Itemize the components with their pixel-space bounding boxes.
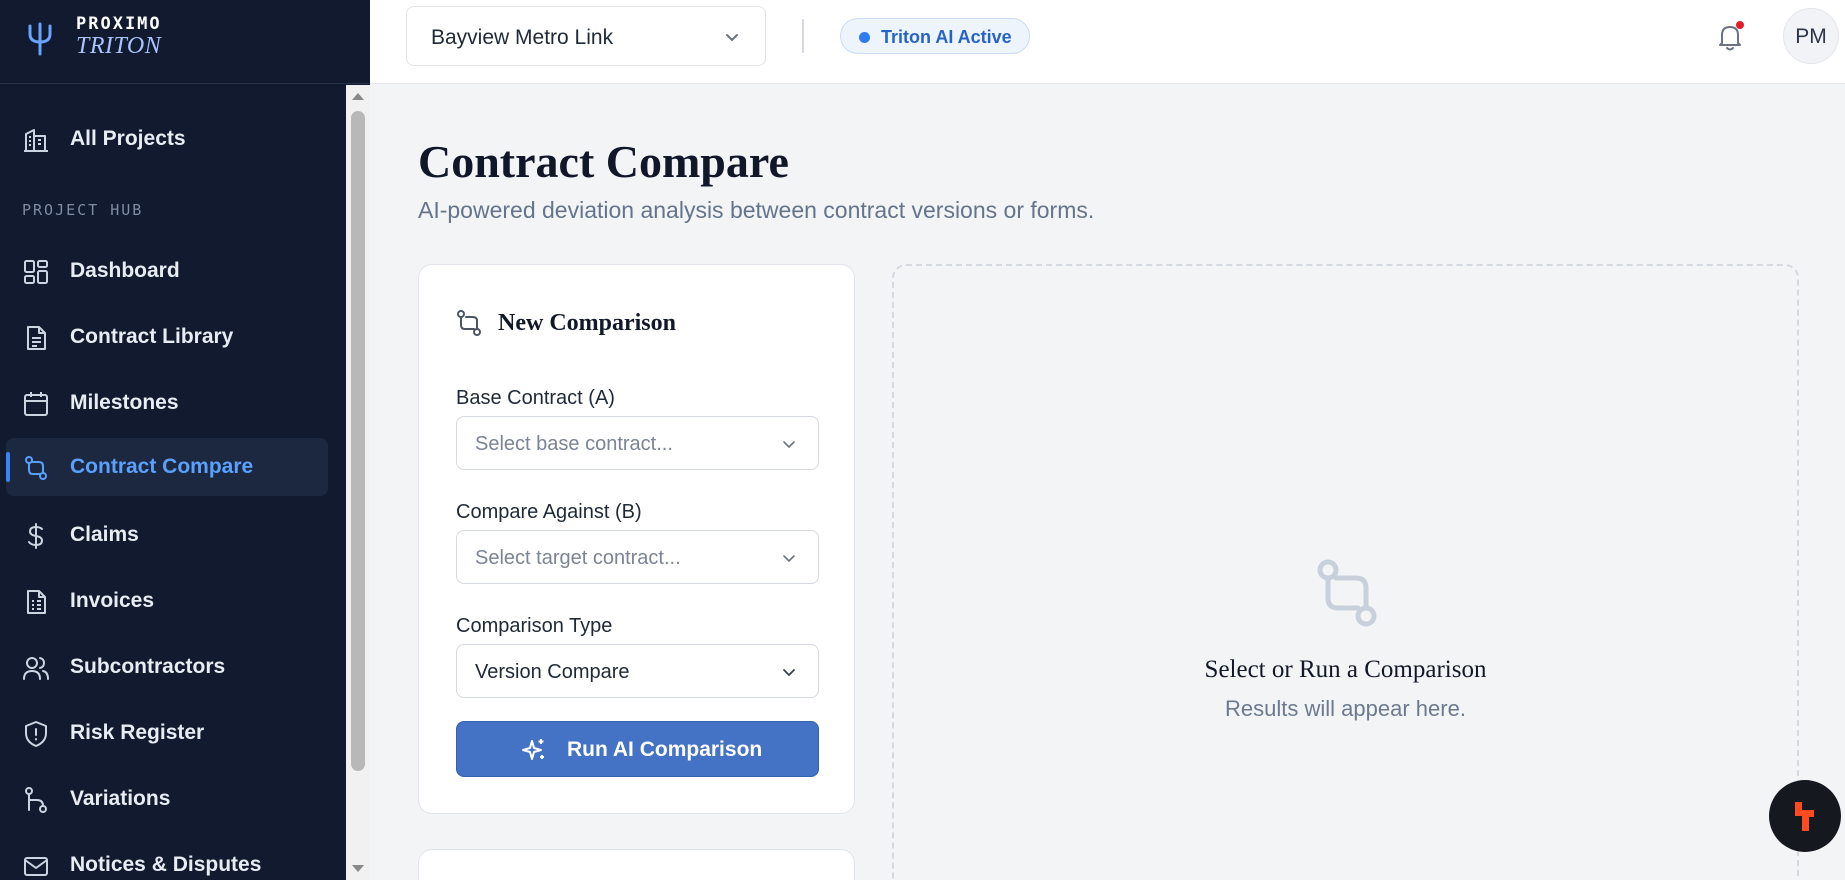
chevron-down-icon xyxy=(783,669,795,677)
sidebar-item-subcontractors[interactable]: Subcontractors xyxy=(6,638,328,696)
document-icon xyxy=(27,326,46,350)
chevron-down-icon xyxy=(783,555,795,563)
compare-against-label: Compare Against (B) xyxy=(456,501,642,523)
header-divider xyxy=(802,19,804,53)
base-contract-select[interactable]: Select base contract... xyxy=(456,416,819,470)
comparison-type-label: Comparison Type xyxy=(456,615,613,637)
brand-name: PROXIMO xyxy=(76,14,162,34)
sidebar-item-label: Dashboard xyxy=(70,259,180,282)
building-icon xyxy=(24,129,48,152)
compare-against-select[interactable]: Select target contract... xyxy=(456,530,819,584)
sidebar-item-label: Variations xyxy=(70,787,171,810)
base-contract-placeholder: Select base contract... xyxy=(475,433,673,455)
sidebar-item-variations[interactable]: Variations xyxy=(6,770,328,828)
page-subtitle: AI-powered deviation analysis between co… xyxy=(418,197,1095,223)
assistant-launcher-button[interactable] xyxy=(1769,780,1841,852)
trident-icon xyxy=(28,22,52,56)
sidebar-item-label: Contract Compare xyxy=(70,455,254,478)
sidebar-item-claims[interactable]: Claims xyxy=(6,506,328,564)
brand-product: TRITON xyxy=(76,33,162,59)
dashboard-icon xyxy=(24,260,48,284)
base-contract-label: Base Contract (A) xyxy=(456,387,615,409)
top-bar: Bayview Metro Link Triton AI Active PM xyxy=(370,0,1845,84)
page-title: Contract Compare xyxy=(418,136,789,187)
avatar[interactable]: PM xyxy=(1783,8,1839,64)
empty-state-subtitle: Results will appear here. xyxy=(1225,696,1466,721)
notification-badge xyxy=(1736,21,1744,29)
sidebar-item-label: Subcontractors xyxy=(70,655,226,678)
variations-icon xyxy=(25,787,47,813)
compare-icon xyxy=(457,310,481,336)
status-dot xyxy=(859,32,870,43)
compare-icon xyxy=(1317,559,1377,627)
card-title: New Comparison xyxy=(498,310,676,336)
calendar-icon xyxy=(24,392,48,416)
run-button-label: Run AI Comparison xyxy=(567,738,763,761)
users-icon xyxy=(23,657,49,680)
sidebar-item-label: All Projects xyxy=(70,127,186,150)
sidebar-item-risk-register[interactable]: Risk Register xyxy=(6,704,328,762)
results-panel: Select or Run a Comparison Results will … xyxy=(892,264,1799,880)
sidebar-item-label: Contract Library xyxy=(70,325,234,348)
run-ai-comparison-button[interactable]: Run AI Comparison xyxy=(456,721,819,777)
sidebar-scrollbar[interactable] xyxy=(346,85,370,880)
assistant-logo-icon xyxy=(1795,802,1814,831)
sidebar-item-contract-compare[interactable]: Contract Compare xyxy=(6,438,328,496)
scroll-down-icon[interactable] xyxy=(352,865,364,872)
ai-status-text: Triton AI Active xyxy=(881,27,1012,47)
shield-icon xyxy=(25,721,47,747)
ai-status-badge: Triton AI Active xyxy=(840,18,1030,54)
project-selector[interactable]: Bayview Metro Link xyxy=(406,6,766,66)
sidebar-item-label: Notices & Disputes xyxy=(70,853,262,876)
dollar-icon xyxy=(28,523,44,549)
mail-icon xyxy=(24,857,48,876)
sidebar-nav: All Projects PROJECT HUB Dashboard Contr… xyxy=(0,85,346,880)
sidebar-item-invoices[interactable]: Invoices xyxy=(6,572,328,630)
sidebar: PROXIMO TRITON All Projects PROJECT HUB … xyxy=(0,0,370,880)
sidebar-item-dashboard[interactable]: Dashboard xyxy=(6,242,328,300)
project-selector-value: Bayview Metro Link xyxy=(431,26,614,49)
comparison-type-value: Version Compare xyxy=(475,661,630,683)
empty-state-title: Select or Run a Comparison xyxy=(1204,656,1487,683)
sidebar-item-label: Claims xyxy=(70,523,139,546)
compare-icon xyxy=(25,456,47,480)
chevron-down-icon xyxy=(783,441,795,449)
sparkles-icon xyxy=(522,739,544,760)
section-label: PROJECT HUB xyxy=(22,201,144,219)
sidebar-item-label: Milestones xyxy=(70,391,179,414)
scroll-up-icon[interactable] xyxy=(352,93,364,100)
sidebar-item-all-projects[interactable]: All Projects xyxy=(6,110,328,168)
sidebar-item-notices-disputes[interactable]: Notices & Disputes xyxy=(6,836,328,880)
sidebar-item-label: Risk Register xyxy=(70,721,205,744)
sidebar-item-label: Invoices xyxy=(70,589,155,612)
compare-against-placeholder: Select target contract... xyxy=(475,547,681,569)
invoice-icon xyxy=(27,590,46,614)
sidebar-item-milestones[interactable]: Milestones xyxy=(6,374,328,432)
comparison-type-select[interactable]: Version Compare xyxy=(456,644,819,698)
brand-logo[interactable]: PROXIMO TRITON xyxy=(0,0,370,84)
chevron-down-icon xyxy=(726,34,738,42)
secondary-card xyxy=(418,849,855,880)
new-comparison-card: New Comparison Base Contract (A) Select … xyxy=(418,264,855,814)
sidebar-item-contract-library[interactable]: Contract Library xyxy=(6,308,328,366)
scrollbar-thumb[interactable] xyxy=(351,111,365,771)
